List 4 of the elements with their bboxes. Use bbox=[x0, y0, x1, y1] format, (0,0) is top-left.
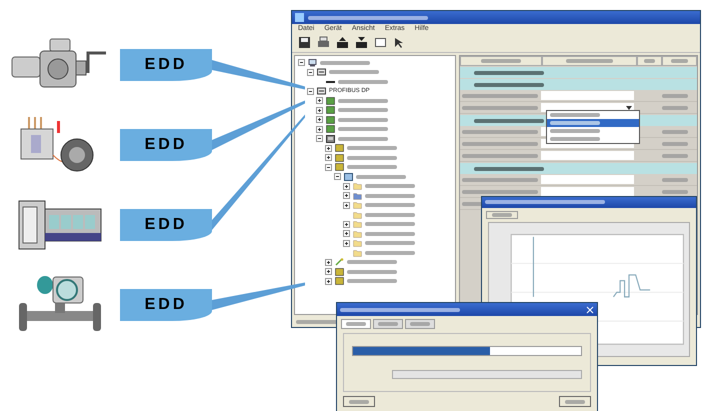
edd-banner: EDD bbox=[120, 49, 212, 81]
edd-banner: EDD bbox=[120, 209, 212, 241]
edd-banner: EDD bbox=[120, 129, 212, 161]
edd-banner: EDD bbox=[120, 289, 212, 321]
